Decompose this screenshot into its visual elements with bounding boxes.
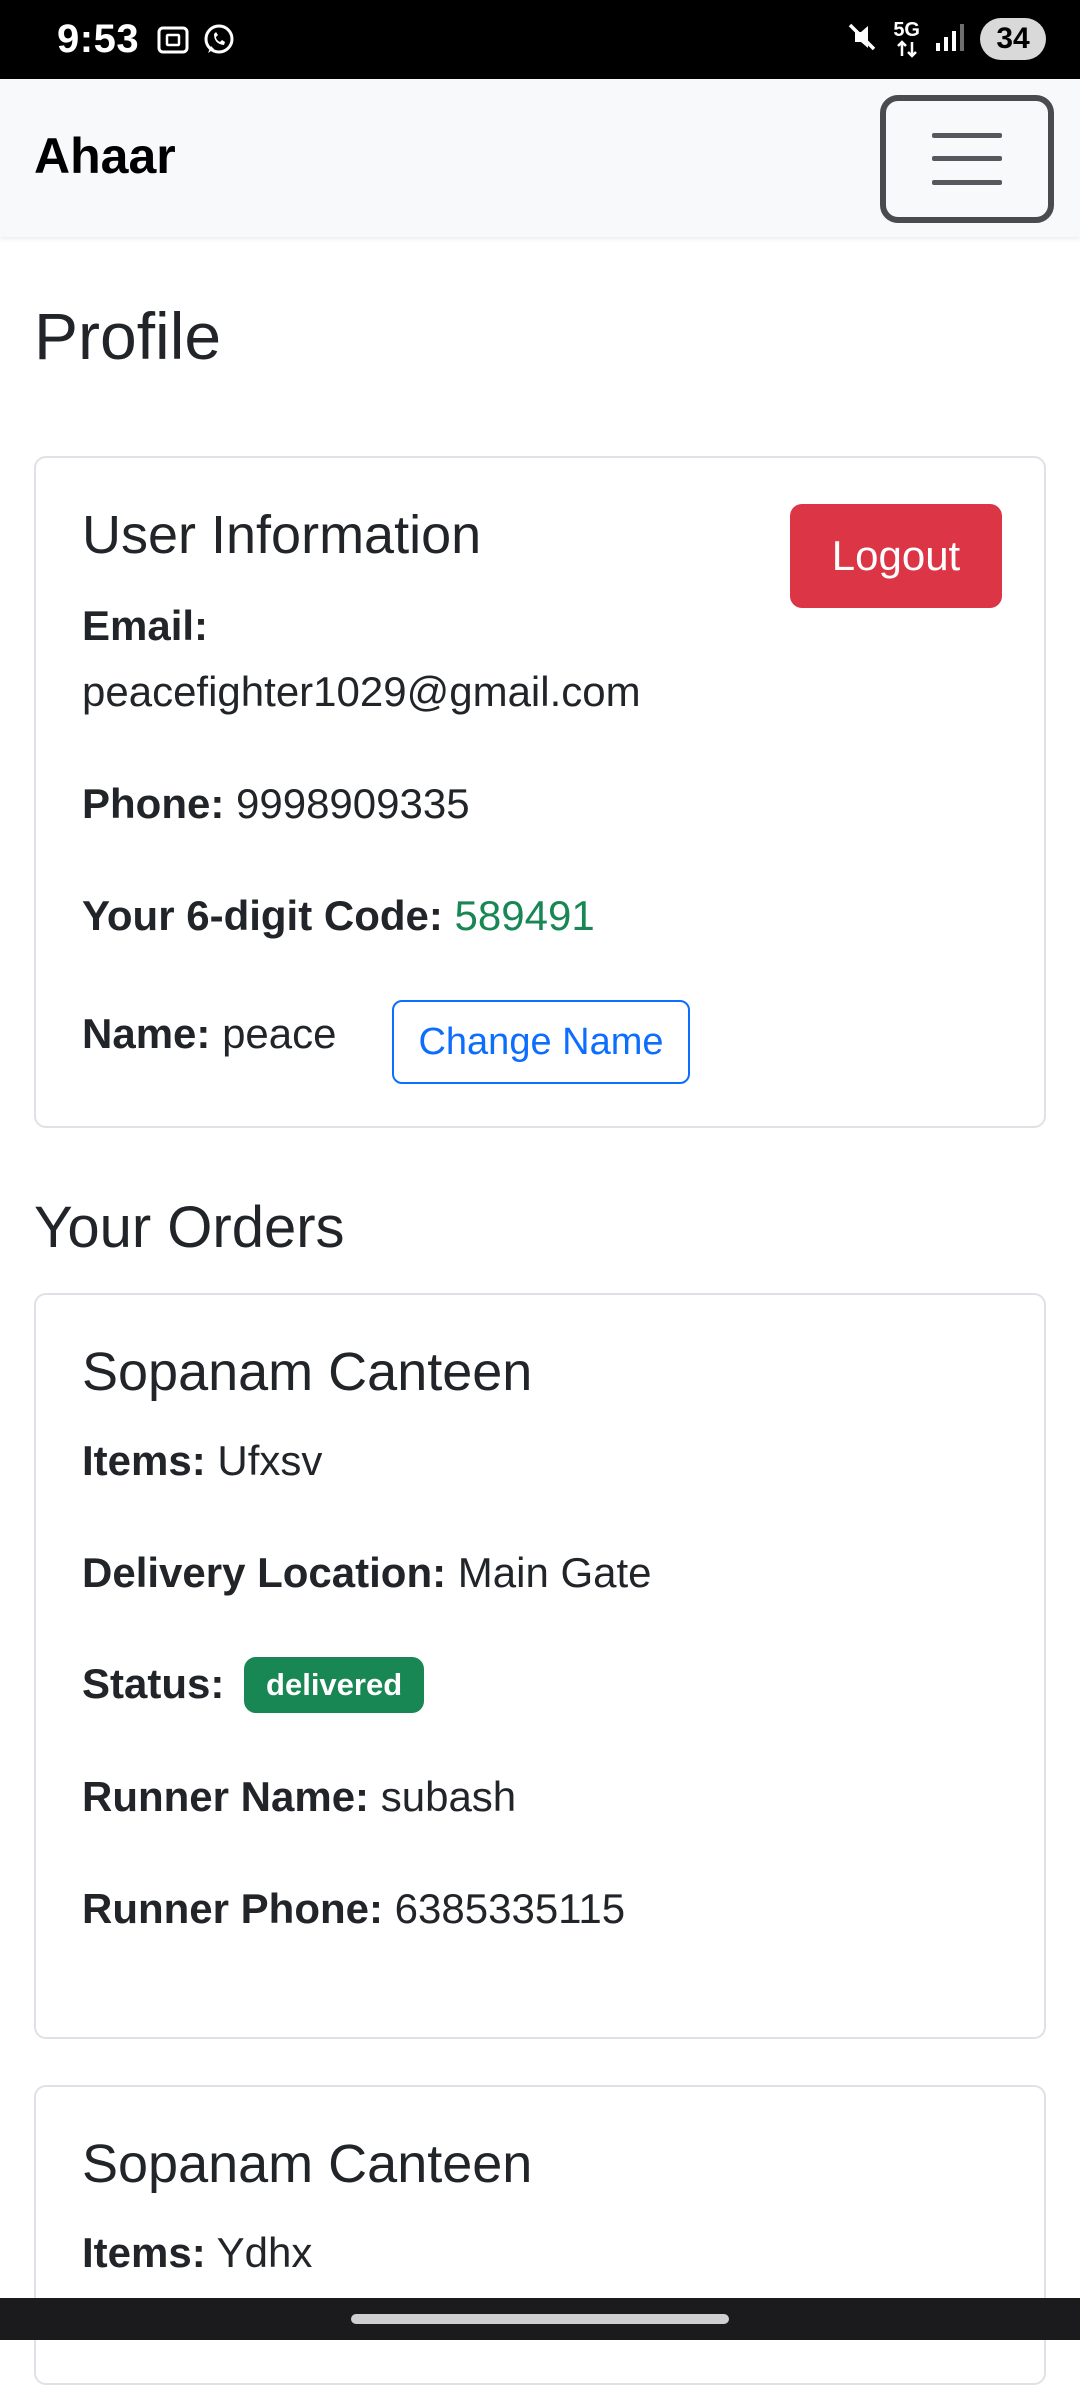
runner-name-field: Runner Name: subash — [82, 1773, 516, 1821]
order-items-label: Items: — [82, 1437, 206, 1484]
order-canteen-name: Sopanam Canteen — [82, 2134, 533, 2194]
order-items-field: Items: Ydhx — [82, 2229, 312, 2277]
runner-name-label: Runner Name: — [82, 1773, 370, 1820]
code-value: 589491 — [454, 892, 595, 939]
order-items-field: Items: Ufxsv — [82, 1437, 322, 1485]
orders-section-title: Your Orders — [34, 1195, 345, 1260]
navbar: Ahaar — [0, 79, 1080, 237]
navbar-toggler-button[interactable] — [880, 95, 1054, 223]
signal-icon — [934, 21, 966, 58]
status-badge: delivered — [244, 1657, 425, 1713]
email-label: Email: — [82, 602, 209, 649]
runner-phone-field: Runner Phone: 6385335115 — [82, 1885, 625, 1933]
status-bar: 9:53 5G 34 — [0, 0, 1080, 79]
logout-button[interactable]: Logout — [790, 504, 1002, 608]
page-title: Profile — [34, 299, 222, 373]
runner-name-value: subash — [380, 1773, 517, 1820]
status-right-icons: 5G 34 — [845, 18, 1046, 60]
email-field: Email: — [82, 602, 208, 650]
code-field: Your 6-digit Code: 589491 — [82, 892, 595, 940]
order-items-label: Items: — [82, 2229, 206, 2276]
brand-logo[interactable]: Ahaar — [34, 127, 176, 185]
order-canteen-name: Sopanam Canteen — [82, 1342, 533, 1402]
email-value: peacefighter1029@gmail.com — [82, 668, 641, 715]
5g-data-icon: 5G — [893, 20, 920, 58]
order-items-value: Ydhx — [216, 2229, 313, 2276]
name-label: Name: — [82, 1010, 211, 1057]
hamburger-bar — [932, 133, 1002, 138]
screenshot-icon — [155, 22, 191, 63]
name-field: Name: peace — [82, 1010, 337, 1058]
order-location-value: Main Gate — [457, 1549, 652, 1596]
mute-icon — [845, 20, 879, 59]
whatsapp-icon — [201, 22, 237, 63]
runner-phone-label: Runner Phone: — [82, 1885, 383, 1932]
order-status-field: Status: delivered — [82, 1657, 425, 1715]
battery-icon: 34 — [980, 18, 1046, 60]
phone-value: 9998909335 — [236, 780, 470, 827]
order-items-value: Ufxsv — [217, 1437, 323, 1484]
runner-phone-value: 6385335115 — [394, 1885, 626, 1932]
change-name-button[interactable]: Change Name — [392, 1000, 690, 1084]
order-status-label: Status: — [82, 1659, 225, 1707]
hamburger-bar — [932, 180, 1002, 185]
status-left-icons — [155, 22, 237, 63]
gesture-navigation-bar — [0, 2298, 1080, 2340]
name-value: peace — [222, 1010, 337, 1057]
hamburger-menu-icon — [932, 133, 1002, 185]
user-info-card: User Information Logout Email: peacefigh… — [34, 456, 1046, 1128]
hamburger-bar — [932, 156, 1002, 161]
code-label: Your 6-digit Code: — [82, 892, 443, 939]
order-location-label: Delivery Location: — [82, 1549, 447, 1596]
status-time: 9:53 — [57, 17, 140, 61]
order-location-field: Delivery Location: Main Gate — [82, 1549, 652, 1597]
phone-field: Phone: 9998909335 — [82, 780, 470, 828]
order-card: Sopanam Canteen Items: Ufxsv Delivery Lo… — [34, 1293, 1046, 2039]
home-gesture-handle[interactable] — [351, 2314, 729, 2324]
user-info-title: User Information — [82, 505, 482, 565]
order-card: Sopanam Canteen Items: Ydhx — [34, 2085, 1046, 2385]
phone-label: Phone: — [82, 780, 225, 827]
